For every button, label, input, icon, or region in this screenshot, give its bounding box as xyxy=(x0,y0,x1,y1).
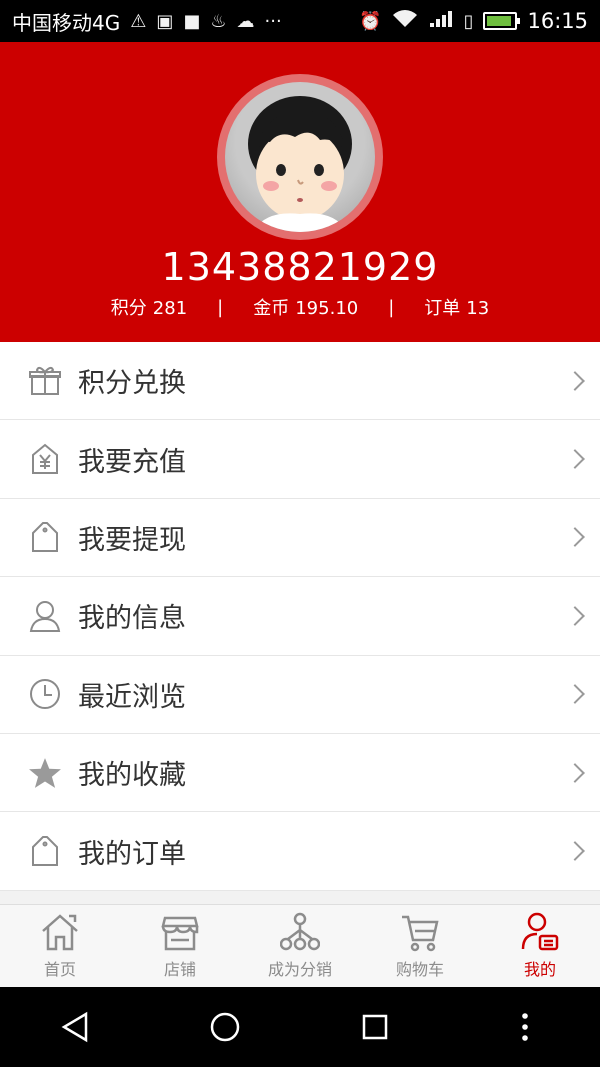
tab-distribution[interactable]: 成为分销 xyxy=(240,905,360,987)
gift-icon xyxy=(28,364,62,398)
system-nav-bar xyxy=(0,987,600,1067)
menu-item-label: 积分兑换 xyxy=(78,368,186,400)
user-stats: 积分 281 | 金币 195.10 | 订单 13 xyxy=(0,294,600,320)
menu-item-recharge[interactable]: 我要充值 xyxy=(0,420,600,499)
menu-item-label: 我的信息 xyxy=(78,603,186,635)
menu-item-points-exchange[interactable]: 积分兑换 xyxy=(0,342,600,421)
carrier-label: 中国移动4G xyxy=(12,10,121,35)
status-bar-right: ⏰ ▯ 16:15 xyxy=(359,9,588,34)
tab-cart[interactable]: 购物车 xyxy=(360,905,480,987)
points-stat[interactable]: 积分 281 xyxy=(111,294,187,320)
tab-label: 购物车 xyxy=(395,960,444,979)
menu-item-label: 我的订单 xyxy=(78,838,186,870)
menu-item-label: 我要提现 xyxy=(78,524,186,556)
user-phone-number: 13438821929 xyxy=(161,245,439,289)
clock-time: 16:15 xyxy=(527,9,588,33)
menu-item-my-info[interactable]: 我的信息 xyxy=(0,577,600,656)
coins-stat[interactable]: 金币 195.10 xyxy=(253,294,358,320)
yen-tag-icon xyxy=(28,442,62,476)
user-icon xyxy=(28,599,62,633)
profile-icon xyxy=(520,912,560,952)
menu-item-label: 最近浏览 xyxy=(78,681,186,713)
wifi-icon xyxy=(392,9,418,34)
orders-stat[interactable]: 订单 13 xyxy=(424,294,489,320)
tag-icon xyxy=(28,520,62,554)
home-circle-icon[interactable] xyxy=(205,1007,245,1047)
battery-icon xyxy=(483,12,521,30)
home-icon xyxy=(40,912,80,952)
clock-icon xyxy=(28,677,62,711)
alarm-icon: ⏰ xyxy=(359,10,382,32)
cart-icon xyxy=(400,912,440,952)
bottom-tab-bar: 首页 店铺 成为分销 购物车 我的 xyxy=(0,904,600,987)
sim-icon: ▯ xyxy=(463,10,474,32)
recent-apps-icon[interactable] xyxy=(355,1007,395,1047)
store-icon xyxy=(160,912,200,952)
signal-icon xyxy=(428,9,454,34)
profile-menu: 积分兑换 我要充值 我要提现 我的信息 最近浏览 我的收藏 我的订单 xyxy=(0,342,600,891)
status-bar-left: 中国移动4G ⚠ ▣ ■ ♨ ☁ ··· xyxy=(12,7,282,36)
menu-item-withdraw[interactable]: 我要提现 xyxy=(0,499,600,578)
coins-label: 金币 xyxy=(253,298,290,319)
stats-separator: | xyxy=(217,296,224,318)
more-notifications-icon: ··· xyxy=(264,10,282,32)
weather-icon: ☁ xyxy=(236,10,255,32)
points-label: 积分 xyxy=(110,298,147,319)
image-icon: ▣ xyxy=(156,10,174,32)
star-icon xyxy=(28,756,62,790)
tab-store[interactable]: 店铺 xyxy=(120,905,240,987)
orders-label: 订单 xyxy=(424,298,461,319)
profile-header: 13438821929 积分 281 | 金币 195.10 | 订单 13 xyxy=(0,42,600,342)
cleaner-icon: ♨ xyxy=(210,10,227,32)
network-icon xyxy=(280,912,320,952)
tab-home[interactable]: 首页 xyxy=(0,905,120,987)
menu-item-my-orders[interactable]: 我的订单 xyxy=(0,812,600,891)
tab-mine[interactable]: 我的 xyxy=(480,905,600,987)
avatar-image xyxy=(225,82,375,232)
tab-label: 成为分销 xyxy=(267,960,332,979)
tab-label: 我的 xyxy=(523,960,556,979)
menu-item-recent-browse[interactable]: 最近浏览 xyxy=(0,656,600,734)
menu-item-label: 我的收藏 xyxy=(78,760,186,792)
tag-icon xyxy=(28,834,62,868)
tab-label: 店铺 xyxy=(163,960,196,979)
status-bar: 中国移动4G ⚠ ▣ ■ ♨ ☁ ··· ⏰ ▯ 16:15 xyxy=(0,0,600,42)
avatar[interactable] xyxy=(217,74,383,240)
menu-item-favorites[interactable]: 我的收藏 xyxy=(0,734,600,813)
tab-label: 首页 xyxy=(43,960,76,979)
overflow-menu-icon[interactable] xyxy=(505,1007,545,1047)
app-notification-icon: ■ xyxy=(183,10,201,32)
coins-value: 195.10 xyxy=(295,298,359,319)
menu-item-label: 我要充值 xyxy=(78,446,186,478)
stats-separator: | xyxy=(388,296,395,318)
orders-value: 13 xyxy=(466,298,490,319)
warning-icon: ⚠ xyxy=(130,10,147,32)
points-value: 281 xyxy=(152,298,188,319)
back-icon[interactable] xyxy=(55,1007,95,1047)
